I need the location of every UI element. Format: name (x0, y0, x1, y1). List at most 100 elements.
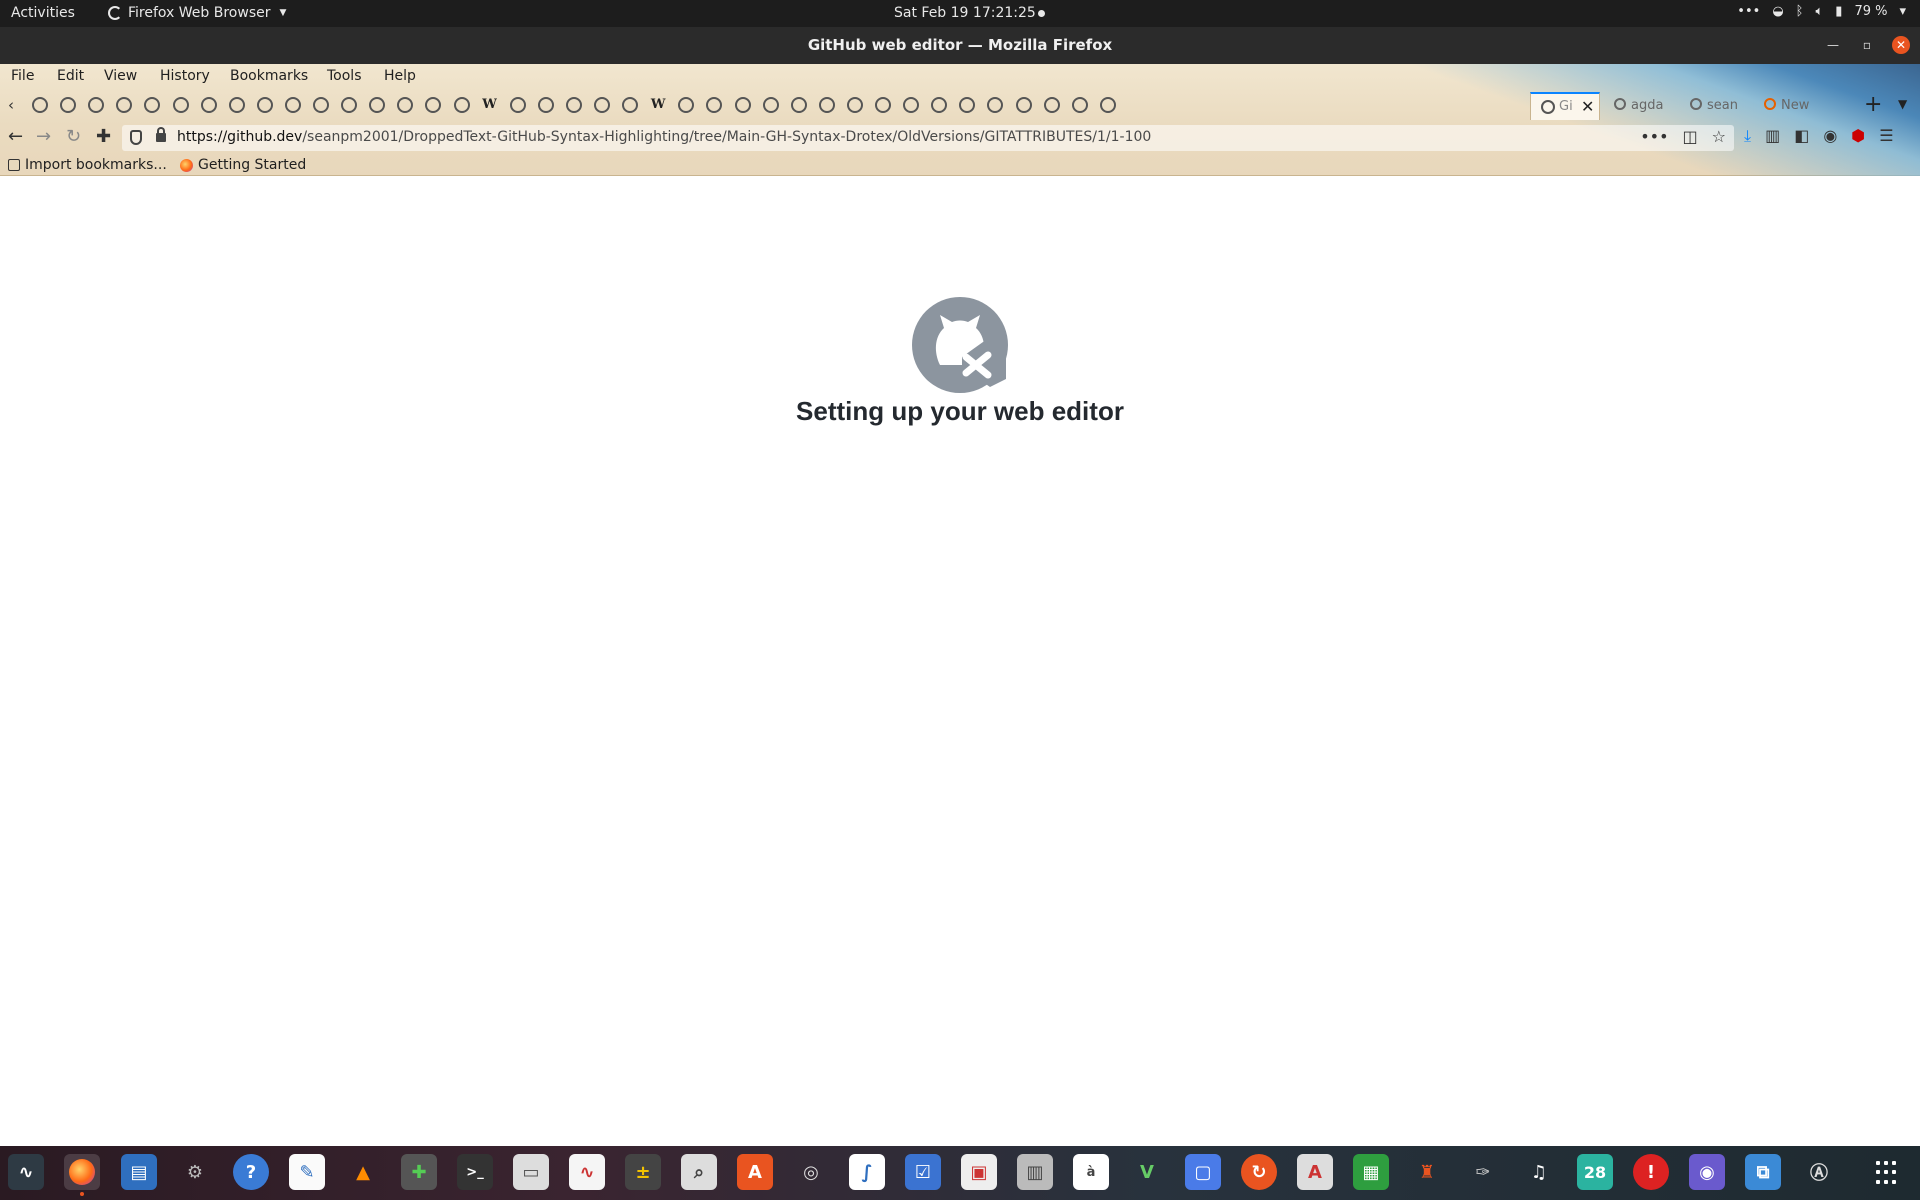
github-icon[interactable] (678, 97, 695, 113)
github-icon[interactable] (622, 97, 639, 113)
tab-active[interactable]: Gi ✕ (1530, 92, 1600, 120)
clock[interactable]: Sat Feb 19 17:21:25 (894, 5, 1036, 21)
github-icon[interactable] (200, 97, 217, 113)
bookmark-star-icon[interactable]: ☆ (1712, 127, 1726, 146)
screenshot-icon[interactable]: ⧉ (1745, 1154, 1781, 1190)
pocket-icon[interactable]: ◫ (1683, 127, 1698, 146)
tracking-protection-icon[interactable] (130, 130, 142, 145)
music-icon[interactable]: ♫ (1521, 1154, 1557, 1190)
github-icon[interactable] (172, 97, 189, 113)
github-icon[interactable] (228, 97, 245, 113)
wikipedia-icon[interactable]: W (482, 97, 498, 113)
library-icon[interactable]: ▥ (1765, 126, 1780, 146)
downloads-icon[interactable]: ⤓ (1744, 126, 1751, 146)
more-icon[interactable]: ••• (1737, 4, 1760, 19)
writer-icon[interactable]: ▤ (121, 1154, 157, 1190)
app-menu[interactable]: Firefox Web Browser ▼ (108, 5, 286, 21)
archive-manager-icon[interactable]: ▥ (1017, 1154, 1053, 1190)
calculator-icon[interactable]: ± (625, 1154, 661, 1190)
system-tray[interactable]: ••• ◒ ᛒ 🔈︎ ▮ 79 % ▾ (1737, 4, 1906, 19)
account-icon[interactable]: ◉ (1823, 126, 1837, 146)
ublock-icon[interactable]: ⬢ (1851, 126, 1865, 146)
alert-icon[interactable]: ! (1633, 1154, 1669, 1190)
power-menu-icon[interactable]: ▾ (1899, 4, 1906, 19)
github-icon[interactable] (453, 97, 470, 113)
list-all-tabs-icon[interactable]: ▼ (1898, 97, 1907, 111)
calendar-icon[interactable]: 28 (1577, 1154, 1613, 1190)
firefox-icon[interactable] (64, 1154, 100, 1196)
new-tab-button[interactable]: + (1864, 92, 1882, 117)
lock-icon[interactable] (156, 127, 166, 142)
back-button[interactable]: ← (8, 126, 23, 147)
github-icon[interactable] (509, 97, 526, 113)
update-manager-icon[interactable]: ↻ (1241, 1154, 1277, 1190)
gimp-icon[interactable]: ✑ (1465, 1154, 1501, 1190)
minimize-button[interactable]: — (1824, 36, 1842, 54)
github-icon[interactable] (594, 97, 610, 113)
wikipedia-icon[interactable]: W (650, 97, 666, 113)
sidebar-icon[interactable]: ◧ (1794, 126, 1809, 146)
tab-scroll-left-icon[interactable]: ‹ (8, 96, 14, 114)
help-icon[interactable]: ? (233, 1154, 269, 1190)
github-icon[interactable] (903, 97, 920, 113)
github-icon[interactable] (341, 97, 358, 113)
system-graph-icon[interactable]: ∿ (569, 1154, 605, 1190)
github-icon[interactable] (959, 97, 976, 113)
show-applications-icon[interactable] (1876, 1161, 1900, 1185)
getting-started-item[interactable]: Getting Started (180, 157, 306, 173)
system-monitor-icon[interactable]: ∿ (8, 1154, 44, 1190)
tab-sean[interactable]: sean (1690, 98, 1738, 113)
github-icon[interactable] (32, 97, 48, 113)
spreadsheet-icon[interactable]: ▦ (1353, 1154, 1389, 1190)
github-icon[interactable] (706, 97, 723, 113)
pdf-viewer-icon[interactable]: A (1297, 1154, 1333, 1190)
github-icon[interactable] (1071, 97, 1088, 113)
vlc-icon[interactable]: ▲ (345, 1154, 381, 1190)
github-icon[interactable] (1043, 97, 1060, 113)
github-icon[interactable] (369, 97, 386, 113)
software-updater-icon[interactable]: Ⓐ (1801, 1154, 1837, 1190)
tab-new[interactable]: New (1764, 98, 1809, 113)
github-icon[interactable] (425, 97, 442, 113)
text-editor-icon[interactable]: ✎ (289, 1154, 325, 1190)
menu-view[interactable]: View (104, 68, 137, 84)
camera-icon[interactable]: ◉ (1689, 1154, 1725, 1190)
github-icon[interactable] (565, 97, 582, 113)
import-bookmarks-item[interactable]: Import bookmarks... (8, 157, 167, 173)
github-icon[interactable] (256, 97, 273, 113)
github-icon[interactable] (846, 97, 863, 113)
close-window-button[interactable]: ✕ (1892, 36, 1910, 54)
menu-tools[interactable]: Tools (327, 68, 362, 84)
settings-icon[interactable]: ⚙ (177, 1154, 213, 1190)
menu-history[interactable]: History (160, 68, 210, 84)
menu-file[interactable]: File (11, 68, 34, 84)
github-icon[interactable] (313, 97, 329, 113)
github-icon[interactable] (144, 97, 161, 113)
game-character-icon[interactable]: ♜ (1409, 1154, 1445, 1190)
character-map-icon[interactable]: à (1073, 1154, 1109, 1190)
menu-bookmarks[interactable]: Bookmarks (230, 68, 308, 84)
github-icon[interactable] (116, 97, 133, 113)
activities-button[interactable]: Activities (11, 5, 75, 21)
window-titlebar[interactable]: GitHub web editor — Mozilla Firefox — ▫ … (0, 27, 1920, 64)
github-icon[interactable] (1099, 97, 1116, 113)
github-icon[interactable] (875, 97, 891, 113)
github-icon[interactable] (790, 97, 807, 113)
menu-hamburger-icon[interactable]: ☰ (1879, 126, 1893, 146)
github-icon[interactable] (818, 97, 835, 113)
menu-edit[interactable]: Edit (57, 68, 84, 84)
github-icon[interactable] (734, 97, 751, 113)
github-icon[interactable] (88, 97, 105, 113)
software-center-icon[interactable]: A (737, 1154, 773, 1190)
page-actions-icon[interactable]: ••• (1640, 127, 1668, 146)
github-icon[interactable] (60, 97, 77, 113)
menu-help[interactable]: Help (384, 68, 416, 84)
close-tab-icon[interactable]: ✕ (1581, 97, 1594, 116)
terminal-icon[interactable]: >_ (457, 1154, 493, 1190)
extensions-icon[interactable]: ✚ (96, 126, 111, 147)
url-text[interactable]: https://github.dev/seanpm2001/DroppedTex… (177, 129, 1151, 145)
github-icon[interactable] (537, 97, 554, 113)
document-viewer-icon[interactable]: ▣ (961, 1154, 997, 1190)
forward-button[interactable]: → (36, 126, 51, 147)
vim-icon[interactable]: V (1129, 1154, 1165, 1190)
